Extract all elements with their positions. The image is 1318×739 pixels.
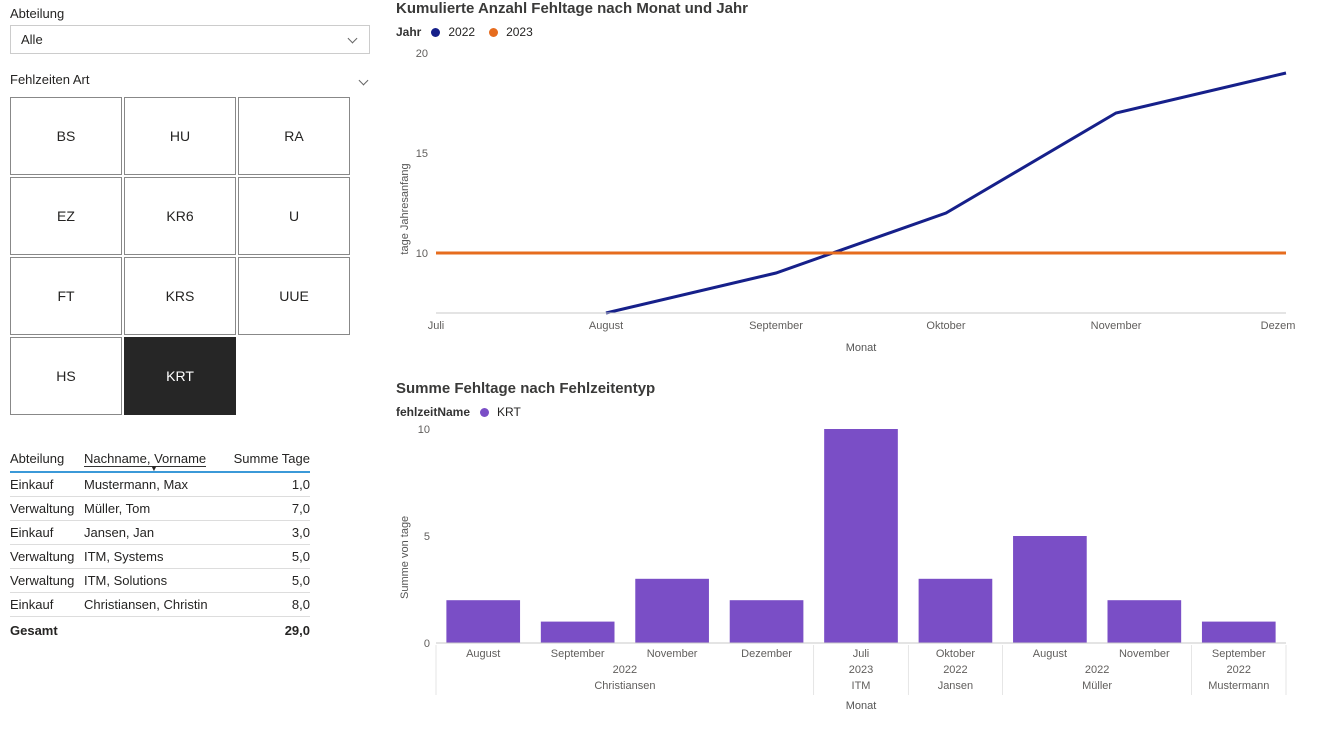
svg-text:2022: 2022 (1085, 664, 1109, 676)
svg-text:Monat: Monat (846, 700, 877, 712)
tile-krt[interactable]: KRT (124, 337, 236, 415)
svg-text:August: August (1033, 648, 1067, 660)
svg-text:September: September (749, 320, 803, 332)
table-row[interactable]: VerwaltungMüller, Tom7,0 (10, 497, 310, 521)
table-header-nachname[interactable]: Nachname, Vorname ▼ (84, 451, 224, 467)
legend-item-2022[interactable]: 2022 (448, 25, 475, 39)
fehlzeiten-label: Fehlzeiten Art (10, 72, 90, 87)
summary-table: Abteilung Nachname, Vorname ▼ Summe Tage… (10, 451, 310, 640)
tile-krs[interactable]: KRS (124, 257, 236, 335)
svg-text:Oktober: Oktober (936, 648, 975, 660)
svg-text:Dezember: Dezember (741, 648, 792, 660)
svg-text:2022: 2022 (1227, 664, 1251, 676)
svg-text:Juli: Juli (853, 648, 870, 660)
tile-bs[interactable]: BS (10, 97, 122, 175)
svg-text:5: 5 (424, 531, 430, 543)
legend-item-2023[interactable]: 2023 (506, 25, 533, 39)
svg-text:Jansen: Jansen (938, 680, 973, 692)
tile-uue[interactable]: UUE (238, 257, 350, 335)
svg-text:Dezember: Dezember (1261, 320, 1296, 332)
table-row[interactable]: EinkaufMustermann, Max1,0 (10, 473, 310, 497)
svg-text:September: September (1212, 648, 1266, 660)
svg-text:Oktober: Oktober (926, 320, 965, 332)
svg-text:August: August (589, 320, 623, 332)
bar-chart-legend[interactable]: fehlzeitName KRT (396, 405, 1316, 419)
line-chart[interactable]: tage Jahresanfang 10 15 20 Juli August Septemb… (396, 43, 1296, 363)
svg-text:0: 0 (424, 638, 430, 650)
table-header-abteilung[interactable]: Abteilung (10, 451, 84, 467)
table-row[interactable]: VerwaltungITM, Solutions5,0 (10, 569, 310, 593)
svg-text:20: 20 (416, 48, 428, 60)
line-chart-legend[interactable]: Jahr 2022 2023 (396, 25, 1316, 39)
abteilung-label: Abteilung (10, 6, 385, 21)
svg-text:10: 10 (416, 248, 428, 260)
svg-text:November: November (1119, 648, 1170, 660)
tile-ez[interactable]: EZ (10, 177, 122, 255)
svg-text:15: 15 (416, 148, 428, 160)
svg-text:Müller: Müller (1082, 680, 1112, 692)
chevron-down-icon[interactable] (358, 76, 370, 88)
tile-ra[interactable]: RA (238, 97, 350, 175)
tile-kr6[interactable]: KR6 (124, 177, 236, 255)
line-chart-title: Kumulierte Anzahl Fehltage nach Monat un… (396, 0, 1316, 17)
abteilung-dropdown[interactable]: Alle (10, 25, 370, 54)
svg-text:tage Jahresanfang: tage Jahresanfang (399, 163, 411, 254)
bar-chart-title: Summe Fehltage nach Fehlzeitentyp (396, 380, 1316, 397)
svg-text:Monat: Monat (846, 342, 877, 354)
table-total-value: 29,0 (224, 623, 310, 638)
chevron-down-icon (347, 34, 359, 46)
svg-text:Juli: Juli (428, 320, 445, 332)
table-header-summe[interactable]: Summe Tage (224, 451, 310, 467)
svg-text:2022: 2022 (943, 664, 967, 676)
svg-text:Christiansen: Christiansen (594, 680, 655, 692)
svg-text:November: November (647, 648, 698, 660)
abteilung-value: Alle (21, 32, 43, 47)
sort-desc-icon: ▼ (150, 464, 158, 473)
fehlzeiten-tile-grid: BSHURA EZKR6U FTKRSUUE HSKRT (10, 97, 355, 415)
legend-label: fehlzeitName (396, 405, 470, 419)
bar-chart[interactable]: Summe von tage 0 5 10 August September Novembe… (396, 423, 1296, 723)
legend-dot-2023 (489, 28, 498, 37)
svg-text:2023: 2023 (849, 664, 873, 676)
tile-u[interactable]: U (238, 177, 350, 255)
svg-text:Summe von tage: Summe von tage (399, 516, 411, 599)
tile-hs[interactable]: HS (10, 337, 122, 415)
svg-text:September: September (551, 648, 605, 660)
table-row[interactable]: EinkaufJansen, Jan3,0 (10, 521, 310, 545)
table-row[interactable]: VerwaltungITM, Systems5,0 (10, 545, 310, 569)
svg-text:10: 10 (418, 424, 430, 436)
tile-ft[interactable]: FT (10, 257, 122, 335)
svg-text:August: August (466, 648, 500, 660)
svg-text:ITM: ITM (852, 680, 871, 692)
legend-label: Jahr (396, 25, 421, 39)
svg-text:November: November (1091, 320, 1142, 332)
legend-dot-2022 (431, 28, 440, 37)
svg-text:Mustermann: Mustermann (1208, 680, 1269, 692)
table-row[interactable]: EinkaufChristiansen, Christin8,0 (10, 593, 310, 617)
tile-hu[interactable]: HU (124, 97, 236, 175)
legend-item-krt[interactable]: KRT (497, 405, 521, 419)
table-total-label: Gesamt (10, 623, 84, 638)
legend-dot-krt (480, 408, 489, 417)
svg-text:2022: 2022 (613, 664, 637, 676)
